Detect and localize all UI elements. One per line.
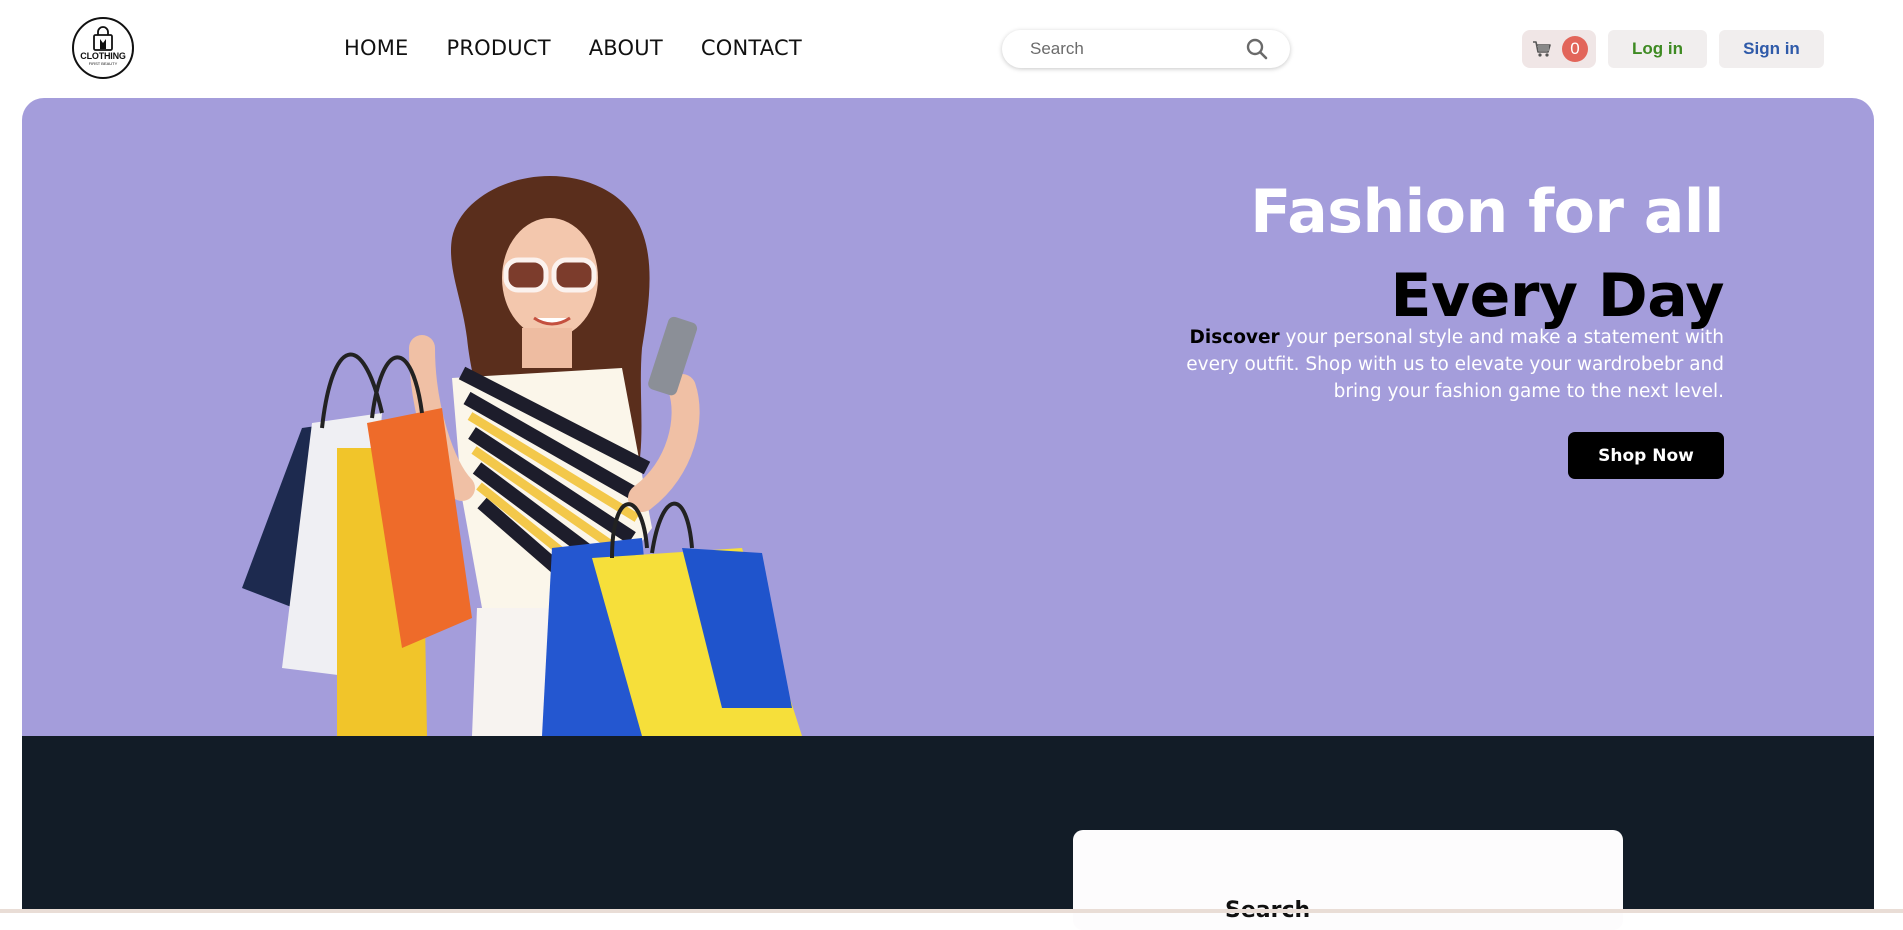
search-icon[interactable] (1246, 38, 1268, 60)
hero-description: Discover your personal style and make a … (1164, 324, 1724, 405)
nav-about[interactable]: ABOUT (589, 36, 663, 60)
bottom-divider (0, 909, 1903, 913)
nav-product[interactable]: PRODUCT (447, 36, 551, 60)
navbar: CLOTHING FIRST BEAUTY HOME PRODUCT ABOUT… (0, 0, 1903, 98)
search-input[interactable] (1028, 38, 1232, 60)
hero-banner: Fashion for all Every Day Discover your … (22, 98, 1874, 736)
hero-model-image (242, 176, 802, 736)
signin-button[interactable]: Sign in (1719, 30, 1824, 68)
nav-contact[interactable]: CONTACT (701, 36, 802, 60)
shop-now-button[interactable]: Shop Now (1568, 432, 1724, 479)
hero-title-line1: Fashion for all (1250, 177, 1724, 247)
nav-home[interactable]: HOME (344, 36, 409, 60)
lower-section: Search (22, 736, 1874, 930)
shopping-bag-icon (93, 26, 113, 51)
hero-desc-highlight: Discover (1189, 327, 1280, 348)
main-nav: HOME PRODUCT ABOUT CONTACT (344, 36, 802, 60)
login-button[interactable]: Log in (1608, 30, 1707, 68)
search-card: Search (1073, 830, 1623, 930)
cart-icon (1533, 41, 1551, 57)
cart-button[interactable]: 0 (1522, 30, 1596, 68)
logo-text: CLOTHING (80, 51, 126, 61)
search-bar (1002, 30, 1290, 68)
cart-count-badge: 0 (1562, 36, 1588, 62)
logo-subtext: FIRST BEAUTY (88, 61, 118, 66)
brand-logo[interactable]: CLOTHING FIRST BEAUTY (72, 17, 134, 79)
page-edge (1874, 0, 1903, 913)
